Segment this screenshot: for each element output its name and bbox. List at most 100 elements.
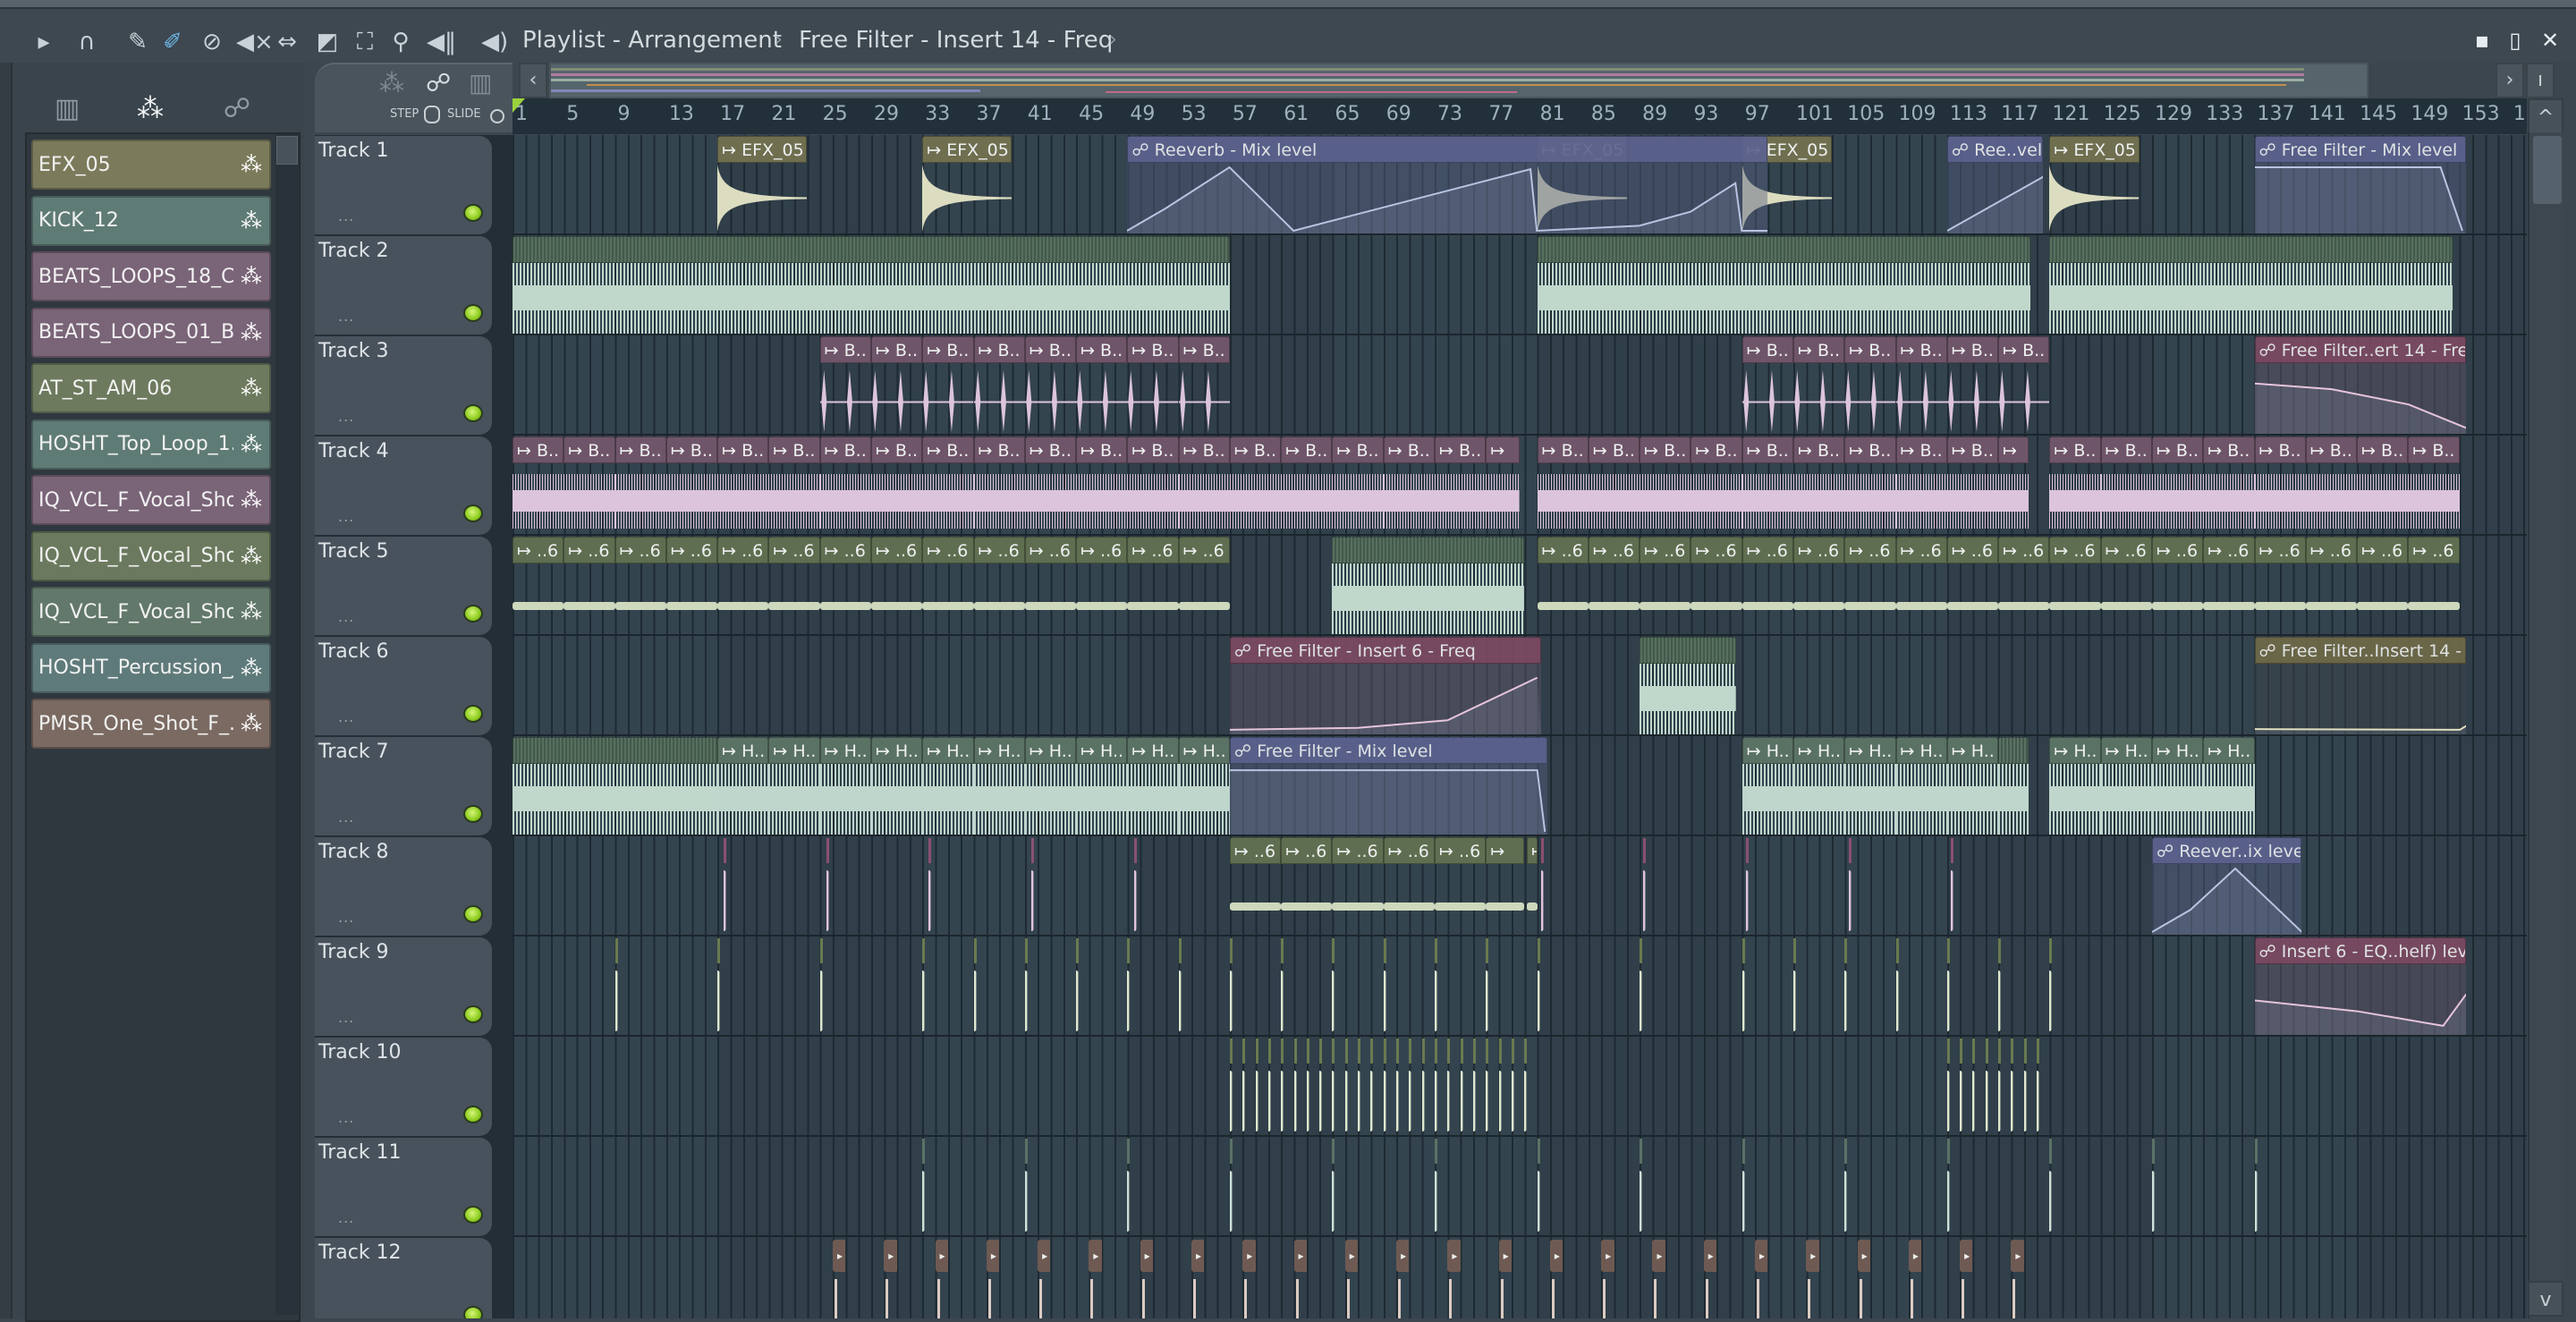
clip-hit-header[interactable] (1306, 1038, 1309, 1064)
clip-hit-header[interactable] (2037, 1038, 2040, 1064)
audio-clip[interactable]: ↦ B.. (2305, 436, 2358, 534)
clip-hit-header[interactable] (1640, 1139, 1643, 1164)
audio-clip[interactable]: ↦ H.. (1178, 737, 1230, 835)
track-enable-led[interactable] (463, 905, 483, 923)
clip-hit-header[interactable] (614, 938, 618, 963)
track-enable-led[interactable] (463, 805, 483, 823)
one-shot-clip[interactable] (1435, 1071, 1438, 1131)
audio-clip[interactable]: ↦ B.. (1229, 436, 1282, 534)
clip-hit-header[interactable] (1537, 938, 1540, 963)
audio-clip[interactable]: ↦ ..6 (2357, 537, 2409, 634)
audio-clip[interactable]: ↦ B.. (1281, 436, 1333, 534)
one-shot-clip[interactable] (1076, 970, 1080, 1031)
audio-clip[interactable]: ↦ ..6 (1690, 537, 1742, 634)
scroll-up-button[interactable]: ^ (2528, 98, 2563, 134)
clip-header[interactable]: ↦ H.. (1793, 737, 1845, 764)
one-shot-clip[interactable] (2151, 1171, 2155, 1232)
clip-header[interactable]: ▸ (1089, 1240, 1102, 1272)
clip-header[interactable]: ↦ ..6 (1127, 537, 1179, 564)
one-shot-clip[interactable] (1383, 1071, 1386, 1131)
audio-clip[interactable]: ↦ B.. (665, 436, 718, 534)
clip-header[interactable]: ↦ B.. (564, 436, 615, 463)
scroll-down-button[interactable]: v (2528, 1281, 2563, 1317)
one-shot-clip[interactable] (1473, 1071, 1476, 1131)
audio-clip[interactable]: ▸ (1703, 1238, 1717, 1318)
track-header[interactable]: Track 10... (315, 1038, 492, 1136)
clip-hit-header[interactable] (1640, 938, 1643, 963)
one-shot-clip[interactable] (1640, 970, 1643, 1031)
arrangement-overview[interactable] (549, 63, 2368, 98)
audio-clip[interactable]: ↦ H.. (2049, 737, 2101, 835)
audio-clip[interactable]: ↦ ..6 (1281, 837, 1333, 935)
clip-hit-header[interactable] (1540, 838, 1544, 863)
picker-item[interactable]: EFX_05 ⁂ (31, 140, 271, 190)
one-shot-clip[interactable] (1281, 970, 1284, 1031)
clip-header[interactable]: ↦ B.. (2305, 436, 2358, 463)
audio-clip[interactable]: ↦ B.. (870, 436, 923, 534)
audio-clip[interactable]: ↦ B.. (1741, 336, 1793, 434)
audio-clip[interactable]: ▸ (1652, 1238, 1665, 1318)
clip-header[interactable]: ↦ B.. (819, 336, 871, 363)
automation-clip[interactable]: ☍ Free Filter..Insert 14 - Q (2254, 637, 2466, 734)
clip-header[interactable]: ↦ B.. (1895, 436, 1947, 463)
one-shot-clip[interactable] (1895, 970, 1899, 1031)
one-shot-clip[interactable] (1293, 1071, 1297, 1131)
audio-clip[interactable]: ↦ ..6 (2100, 537, 2152, 634)
clip-header[interactable]: ↦ B.. (1844, 336, 1896, 363)
clip-header[interactable]: ↦ ..6 (717, 537, 769, 564)
audio-clip[interactable]: ↦ ..6 (2049, 537, 2101, 634)
track-header[interactable]: Track 2... (315, 236, 492, 335)
clip-hit-header[interactable] (1844, 1139, 1848, 1164)
slice-icon[interactable]: ◩ (314, 29, 341, 55)
clip-header[interactable]: ▸ (1755, 1240, 1768, 1272)
clip-hit-header[interactable] (1793, 938, 1796, 963)
audio-clip[interactable]: ↦ B.. (513, 436, 564, 534)
track-options-icon[interactable]: ... (338, 608, 354, 625)
audio-clip[interactable] (513, 236, 1230, 334)
track-header[interactable]: Track 5... (315, 537, 492, 635)
clip-hit-header[interactable] (922, 938, 926, 963)
clip-hit-header[interactable] (1409, 1038, 1412, 1064)
audio-clip[interactable]: ↦ ..6 (1895, 537, 1947, 634)
audio-clip[interactable]: ↦ (1998, 436, 2029, 534)
clip-header[interactable]: ↦ B.. (1998, 336, 2050, 363)
brush-icon[interactable]: ✐ (159, 29, 186, 55)
track-header[interactable]: Track 7... (315, 737, 492, 835)
audio-clip[interactable]: ↦ B.. (1844, 336, 1896, 434)
audio-clip[interactable]: ▸ (1089, 1238, 1102, 1318)
audio-clip[interactable]: ↦ H.. (2100, 737, 2152, 835)
track-options-icon[interactable]: ... (338, 308, 354, 325)
audio-clip[interactable]: ↦ ..6 (2151, 537, 2204, 634)
clip-header[interactable]: ▸ (1344, 1240, 1359, 1272)
automation-clip[interactable]: ☍ Ree..vel (1946, 136, 2044, 233)
audio-clip[interactable]: ▸ (1806, 1238, 1819, 1318)
clip-header[interactable]: ↦ B.. (1793, 336, 1845, 363)
clip-header[interactable]: ↦ ..6 (2049, 537, 2101, 564)
audio-clip[interactable]: ↦ B.. (922, 336, 974, 434)
audio-clip[interactable]: ↦ ..6 (1435, 837, 1487, 935)
clip-hit-header[interactable] (1178, 938, 1182, 963)
one-shot-clip[interactable] (1229, 970, 1233, 1031)
audio-clip[interactable]: ↦ ..6 (1640, 537, 1691, 634)
clip-header[interactable]: ▸ (1293, 1240, 1307, 1272)
one-shot-clip[interactable] (1370, 1071, 1374, 1131)
one-shot-clip[interactable] (1409, 1071, 1412, 1131)
one-shot-clip[interactable] (724, 870, 727, 931)
clip-hit-header[interactable] (1946, 938, 1950, 963)
clip-header[interactable]: ↦ B.. (1946, 436, 1999, 463)
audio-clip[interactable]: ↦ H.. (2203, 737, 2255, 835)
clip-header[interactable]: ↦ ..6 (1741, 537, 1793, 564)
audio-clip[interactable]: ↦ B.. (1024, 436, 1077, 534)
clip-header[interactable] (2049, 236, 2453, 263)
clip-header[interactable]: ↦ ..6 (973, 537, 1025, 564)
audio-clip[interactable]: ↦ H.. (1793, 737, 1845, 835)
clip-hit-header[interactable] (1985, 1038, 1988, 1064)
clip-hit-header[interactable] (1229, 1038, 1233, 1064)
one-shot-clip[interactable] (1746, 870, 1750, 931)
clip-header[interactable]: ↦ B.. (2254, 436, 2306, 463)
one-shot-clip[interactable] (1255, 1071, 1258, 1131)
one-shot-clip[interactable] (1319, 1071, 1323, 1131)
clip-header[interactable]: ↦ ..6 (1640, 537, 1691, 564)
audio-clip[interactable]: ↦ ..6 (717, 537, 769, 634)
clip-header[interactable]: ↦ B.. (1640, 436, 1691, 463)
